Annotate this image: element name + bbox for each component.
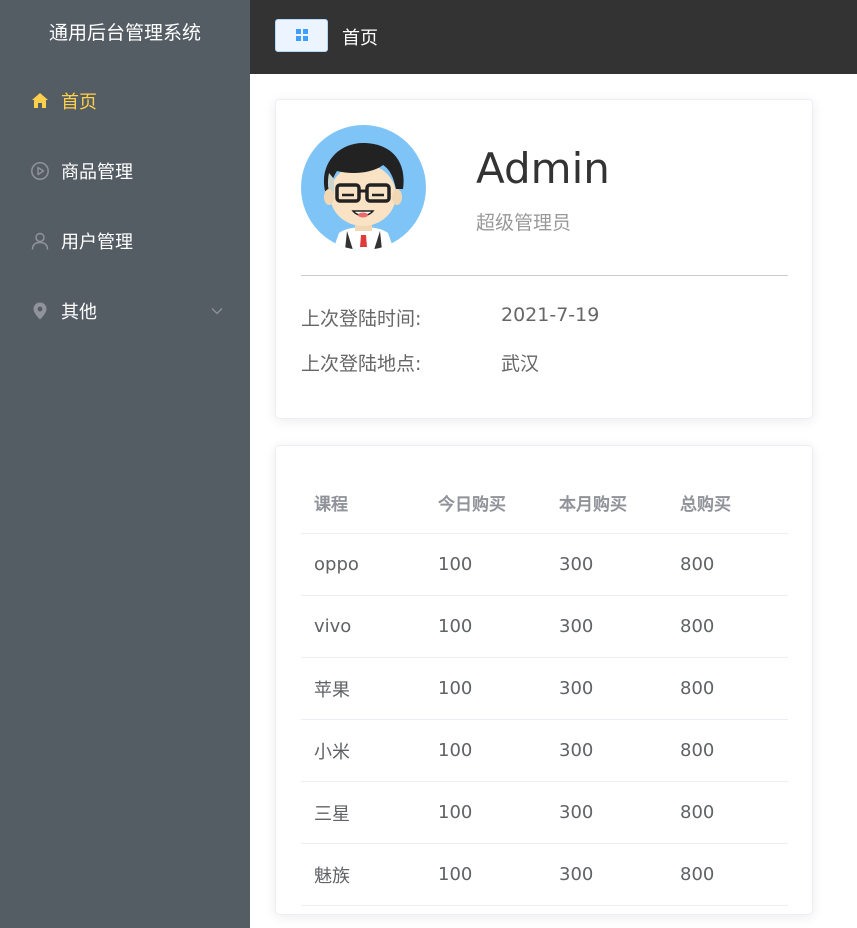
location-icon: [30, 301, 50, 321]
last-login-time-value: 2021-7-19: [501, 304, 600, 326]
sidebar-item-label: 用户管理: [61, 232, 133, 253]
last-login-place-label: 上次登陆地点:: [301, 353, 422, 375]
table-cell: vivo: [301, 595, 425, 658]
column-header-total: 总购买: [667, 471, 788, 534]
divider: [301, 275, 788, 276]
home-icon: [30, 91, 50, 111]
table-cell: oppo: [301, 533, 425, 596]
table-cell: 300: [546, 781, 667, 844]
sidebar-item-label: 商品管理: [61, 162, 133, 183]
sidebar-item-label: 首页: [61, 92, 97, 113]
table-cell: 魅族: [301, 843, 425, 906]
table-cell: 100: [425, 781, 546, 844]
table-row: 魅族 100 300 800: [301, 843, 788, 906]
column-header-course: 课程: [301, 471, 425, 534]
table-row: 三星 100 300 800: [301, 781, 788, 844]
table-cell: 800: [667, 657, 788, 720]
chevron-down-icon[interactable]: [210, 302, 224, 316]
table-row: 小米 100 300 800: [301, 719, 788, 782]
sidebar: 通用后台管理系统 首页 商品管理 用户管理 其他: [0, 0, 250, 928]
sidebar-item-other[interactable]: 其他: [0, 276, 250, 346]
video-play-icon: [30, 161, 50, 181]
table-cell: 800: [667, 843, 788, 906]
sidebar-item-label: 其他: [61, 302, 97, 323]
table-cell: 300: [546, 595, 667, 658]
table-cell: 300: [546, 719, 667, 782]
table-cell: 800: [667, 719, 788, 782]
table-cell: 300: [546, 657, 667, 720]
table-cell: 小米: [301, 719, 425, 782]
app: 通用后台管理系统 首页 商品管理 用户管理 其他 首页 Admin 超级管理员 …: [0, 0, 857, 928]
menu-grid-icon: [295, 26, 308, 45]
table-row: oppo 100 300 800: [301, 533, 788, 596]
table-cell: 100: [425, 595, 546, 658]
table-cell: 100: [425, 657, 546, 720]
purchase-table: 课程 今日购买 本月购买 总购买 oppo 100 300 800 vivo 1…: [301, 471, 788, 906]
table-cell: 100: [425, 719, 546, 782]
table-cell: 100: [425, 533, 546, 596]
last-login-time-label: 上次登陆时间:: [301, 308, 422, 330]
user-card: Admin 超级管理员 上次登陆时间: 2021-7-19 上次登陆地点: 武汉: [275, 99, 813, 419]
table-cell: 三星: [301, 781, 425, 844]
main-content: Admin 超级管理员 上次登陆时间: 2021-7-19 上次登陆地点: 武汉…: [250, 74, 857, 928]
sidebar-item-users[interactable]: 用户管理: [0, 206, 250, 276]
table-cell: 800: [667, 781, 788, 844]
table-cell: 300: [546, 533, 667, 596]
column-header-today: 今日购买: [425, 471, 546, 534]
last-login-place-value: 武汉: [501, 353, 540, 375]
table-cell: 苹果: [301, 657, 425, 720]
table-cell: 100: [425, 843, 546, 906]
sidebar-item-products[interactable]: 商品管理: [0, 136, 250, 206]
table-cell: 300: [546, 843, 667, 906]
avatar: [301, 125, 426, 250]
column-header-month: 本月购买: [546, 471, 667, 534]
top-header: 首页: [250, 0, 857, 74]
breadcrumb[interactable]: 首页: [342, 24, 378, 50]
table-cell: 800: [667, 595, 788, 658]
user-icon: [30, 231, 50, 251]
table-row: vivo 100 300 800: [301, 595, 788, 658]
user-role: 超级管理员: [476, 212, 572, 234]
table-row: 苹果 100 300 800: [301, 657, 788, 720]
table-cell: 800: [667, 533, 788, 596]
collapse-menu-button[interactable]: [275, 19, 328, 52]
user-name: Admin: [476, 144, 610, 193]
purchase-table-card: 课程 今日购买 本月购买 总购买 oppo 100 300 800 vivo 1…: [275, 445, 813, 915]
table-header-row: 课程 今日购买 本月购买 总购买: [301, 471, 788, 534]
sidebar-item-home[interactable]: 首页: [0, 66, 250, 136]
app-title: 通用后台管理系统: [48, 22, 201, 44]
